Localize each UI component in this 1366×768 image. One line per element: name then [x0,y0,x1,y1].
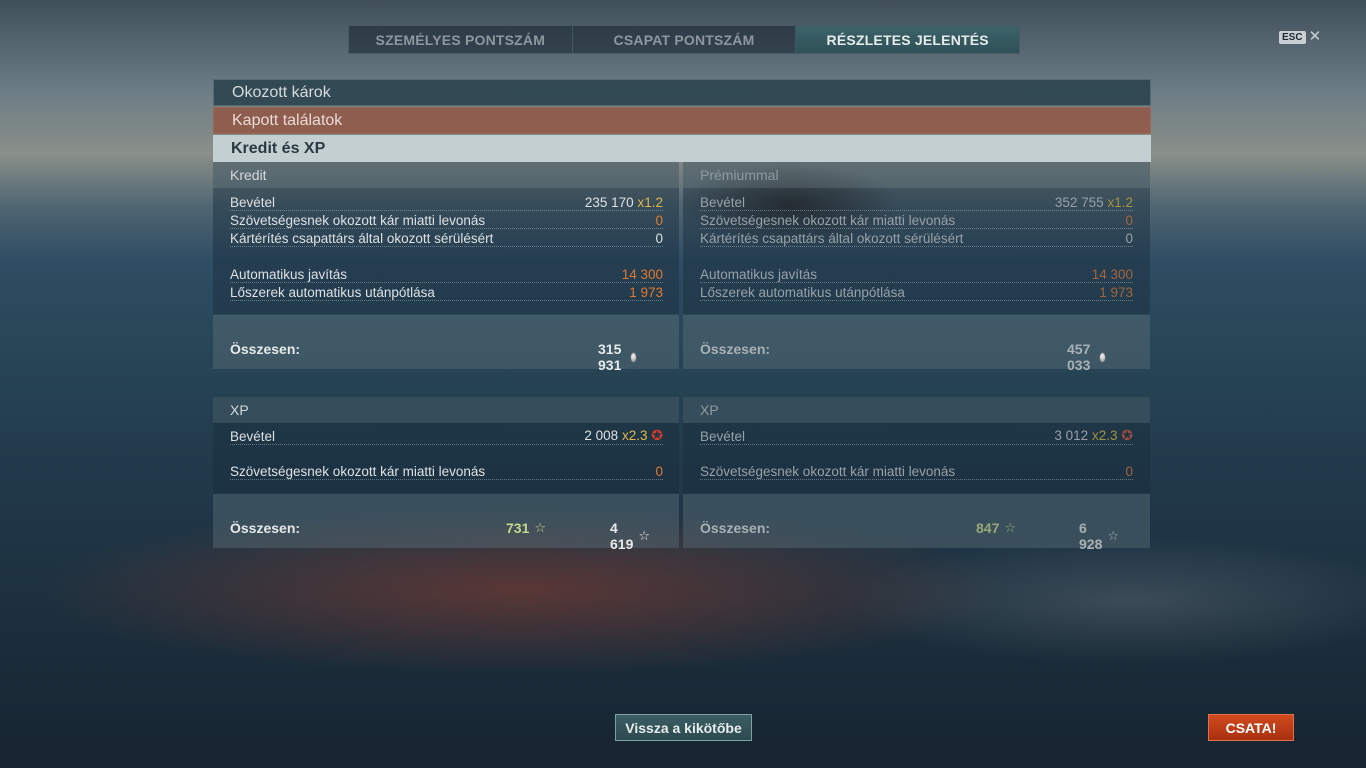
credit-premium-ally-damage-value: 0 [1125,213,1133,228]
credit-income-value: 235 170 [584,195,634,210]
xp-panel-header: XP [213,397,679,423]
close-icon[interactable]: ✕ [1309,29,1322,44]
xp-income-multiplier: x2.3 [621,428,648,443]
credit-ally-damage-value: 0 [655,213,663,228]
xp-premium-ally-damage-row: Szövetségesnek okozott kár miatti levoná… [700,462,1133,480]
credit-income-multiplier: x1.2 [637,195,663,210]
close-button[interactable]: ESC ✕ [1279,29,1322,44]
credit-premium-repair-value: 14 300 [1091,267,1133,282]
xp-total-label: Összesen: [230,520,301,536]
xp-ally-damage-label: Szövetségesnek okozott kár miatti levoná… [230,464,486,479]
credit-premium-income-label: Bevétel [700,195,746,210]
credit-premium-income-row: Bevétel 352 755 x1.2 [700,193,1133,211]
credit-ally-damage-row: Szövetségesnek okozott kár miatti levoná… [230,211,663,229]
credit-premium-ally-damage-row: Szövetségesnek okozott kár miatti levoná… [700,211,1133,229]
credit-total-group: 315 931 [598,341,638,373]
xp-premium-ally-damage-label: Szövetségesnek okozott kár miatti levoná… [700,464,956,479]
credit-premium-compensation-row: Kártérítés csapattárs által okozott sérü… [700,229,1133,247]
credit-premium-compensation-value: 0 [1125,231,1133,246]
credit-premium-ally-damage-label: Szövetségesnek okozott kár miatti levoná… [700,213,956,228]
back-to-port-button[interactable]: Vissza a kikötőbe [615,714,752,741]
credit-compensation-row: Kártérítés csapattárs által okozott sérü… [230,229,663,247]
credit-income-value-group: 235 170 x1.2 [585,195,663,210]
xp-income-value: 2 008 [584,428,619,443]
credit-ammo-value: 1 973 [629,285,663,300]
tab-detailed-report[interactable]: RÉSZLETES JELENTÉS [796,26,1020,53]
xp-premium-free-total-group: 847 ☆ [976,520,1016,536]
credit-premium-income-multiplier: x1.2 [1107,195,1133,210]
credit-panel-header: Kredit [213,162,679,188]
section-damage-dealt[interactable]: Okozott károk [213,79,1151,106]
credit-premium-compensation-label: Kártérítés csapattárs által okozott sérü… [700,231,964,246]
credit-premium-ammo-label: Lőszerek automatikus utánpótlása [700,285,905,300]
section-credits-xp[interactable]: Kredit és XP [213,135,1151,162]
xp-premium-total-value: 6 928 [1079,520,1103,552]
xp-premium-ally-damage-value: 0 [1125,464,1133,479]
credit-ammo-row: Lőszerek automatikus utánpótlása 1 973 [230,283,663,301]
xp-premium-total-label: Összesen: [700,520,771,536]
credit-premium-income-value: 352 755 [1054,195,1104,210]
credit-compensation-value: 0 [655,231,663,246]
xp-premium-multiplier-star-icon: ✪ [1121,427,1133,443]
xp-premium-header: XP [683,397,1150,423]
credit-repair-value: 14 300 [621,267,663,282]
xp-income-row: Bevétel 2 008 x2.3 ✪ [230,427,663,445]
xp-free-total-group: 731 ☆ [506,520,546,536]
credit-repair-label: Automatikus javítás [230,267,348,282]
xp-ally-damage-row: Szövetségesnek okozott kár miatti levoná… [230,462,663,480]
xp-premium-income-row: Bevétel 3 012 x2.3 ✪ [700,427,1133,445]
credit-ammo-label: Lőszerek automatikus utánpótlása [230,285,435,300]
credit-premium-total-label: Összesen: [700,341,771,357]
credit-coin-icon [630,351,638,363]
credit-ally-damage-label: Szövetségesnek okozott kár miatti levoná… [230,213,486,228]
tab-team-score[interactable]: CSAPAT PONTSZÁM [573,26,797,53]
xp-premium-income-value-group: 3 012 x2.3 ✪ [1054,427,1133,444]
xp-premium-star-icon: ☆ [1107,528,1120,543]
credit-premium-header: Prémiummal [683,162,1150,188]
xp-total-group: 4 619 ☆ [610,520,650,552]
xp-free-star-icon: ☆ [534,520,547,535]
credit-repair-row: Automatikus javítás 14 300 [230,265,663,283]
credit-total-value: 315 931 [598,341,622,373]
xp-income-value-group: 2 008 x2.3 ✪ [584,427,663,444]
battle-button[interactable]: CSATA! [1208,714,1294,741]
credit-income-label: Bevétel [230,195,276,210]
xp-multiplier-star-icon: ✪ [651,427,663,443]
xp-premium-total-group: 6 928 ☆ [1079,520,1119,552]
credit-premium-repair-row: Automatikus javítás 14 300 [700,265,1133,283]
credit-premium-ammo-row: Lőszerek automatikus utánpótlása 1 973 [700,283,1133,301]
tab-personal-score[interactable]: SZEMÉLYES PONTSZÁM [349,26,573,53]
credit-premium-total-group: 457 033 [1067,341,1107,373]
xp-premium-free-star-icon: ☆ [1004,520,1017,535]
credit-premium-coin-icon [1099,351,1107,363]
credit-premium-income-value-group: 352 755 x1.2 [1055,195,1133,210]
credit-premium-repair-label: Automatikus javítás [700,267,818,282]
xp-premium-income-value: 3 012 [1054,428,1089,443]
credit-total-label: Összesen: [230,341,301,357]
xp-premium-income-multiplier: x2.3 [1091,428,1118,443]
xp-income-label: Bevétel [230,429,276,444]
xp-total-value: 4 619 [610,520,634,552]
report-tabs: SZEMÉLYES PONTSZÁM CSAPAT PONTSZÁM RÉSZL… [348,25,1020,54]
esc-key-badge: ESC [1279,30,1306,44]
xp-premium-income-label: Bevétel [700,429,746,444]
credit-compensation-label: Kártérítés csapattárs által okozott sérü… [230,231,494,246]
section-hits-received[interactable]: Kapott találatok [213,107,1151,134]
credit-premium-total-value: 457 033 [1067,341,1091,373]
credit-income-row: Bevétel 235 170 x1.2 [230,193,663,211]
xp-free-total-value: 731 [506,520,530,536]
credit-premium-ammo-value: 1 973 [1099,285,1133,300]
xp-star-icon: ☆ [638,528,651,543]
xp-premium-free-total-value: 847 [976,520,1000,536]
xp-ally-damage-value: 0 [655,464,663,479]
